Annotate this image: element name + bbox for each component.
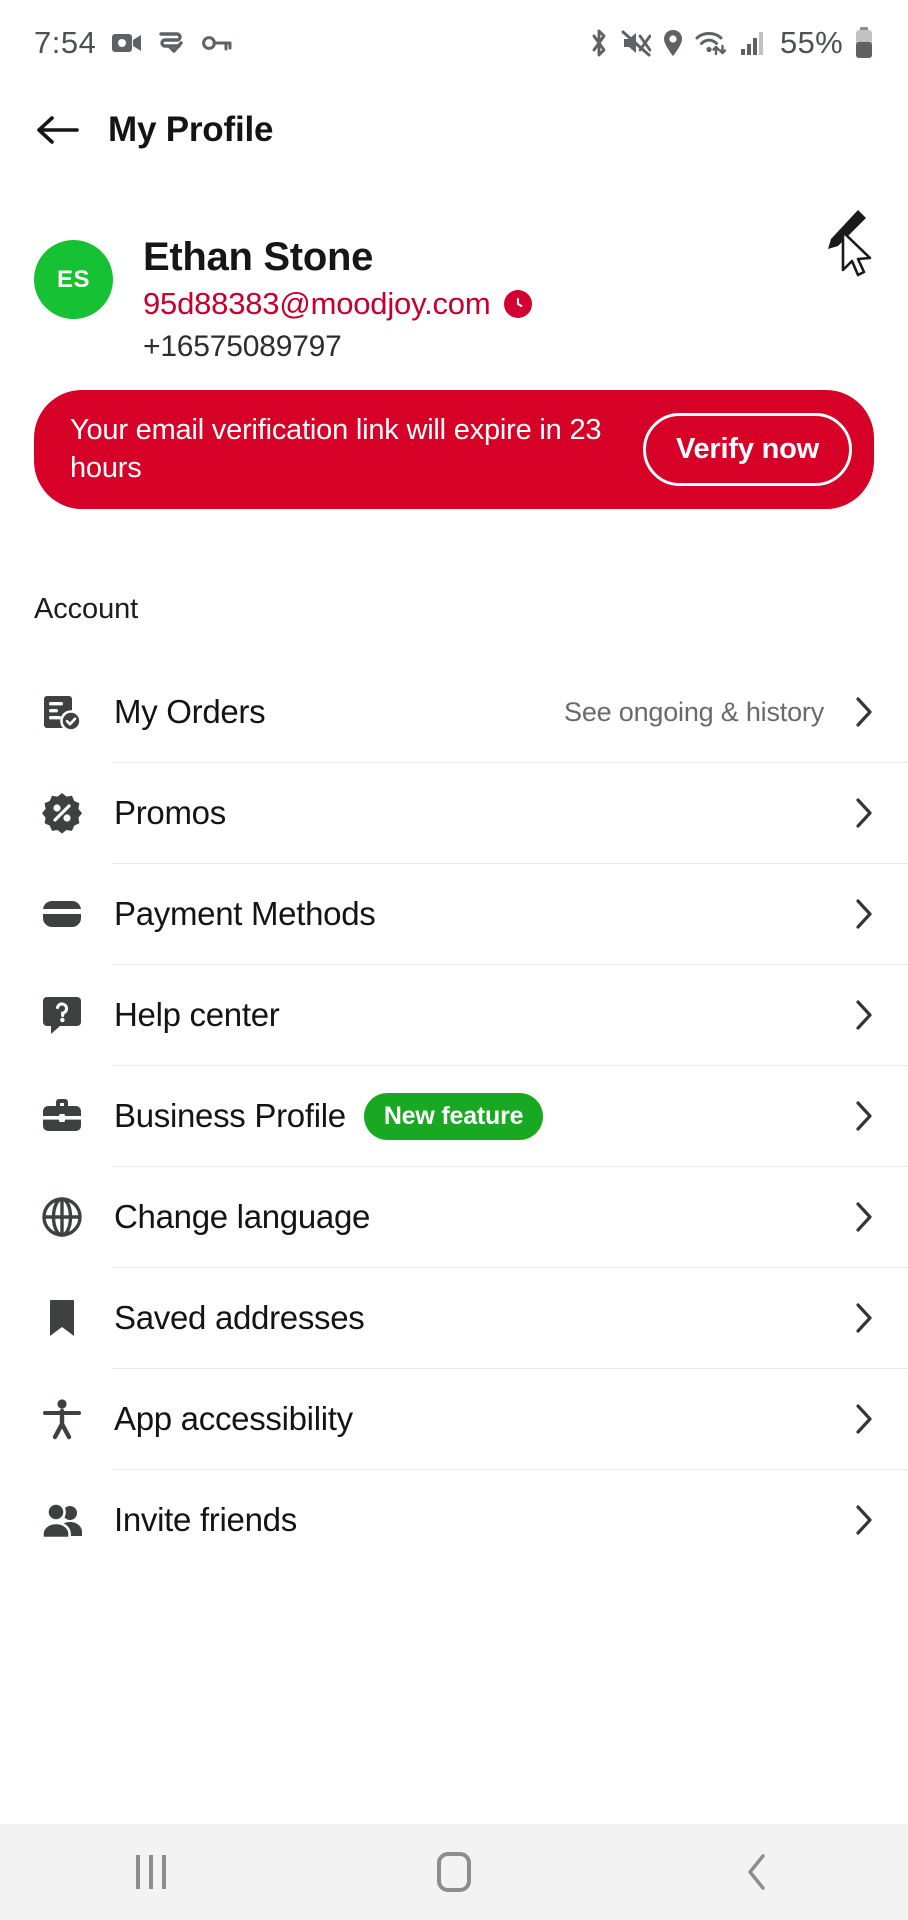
nav-back-icon[interactable] xyxy=(697,1824,817,1920)
chevron-right-icon xyxy=(854,1201,874,1233)
orders-receipt-icon xyxy=(34,690,90,734)
account-section-title: Account xyxy=(34,593,139,626)
verification-banner-wrap: Your email verification link will expire… xyxy=(0,364,908,510)
location-icon xyxy=(662,28,684,58)
app-bar: My Profile xyxy=(0,86,908,174)
menu-item-right xyxy=(854,797,874,829)
menu-item-saved-addresses[interactable]: Saved addresses xyxy=(0,1268,908,1368)
menu-item-right xyxy=(854,1403,874,1435)
profile-header: ES Ethan Stone 95d88383@moodjoy.com +165… xyxy=(0,174,908,364)
menu-item-label: My Orders xyxy=(114,693,266,731)
credit-card-icon xyxy=(34,892,90,936)
page-title: My Profile xyxy=(108,110,274,149)
chevron-right-icon xyxy=(854,797,874,829)
profile-name: Ethan Stone xyxy=(143,235,374,279)
menu-item-right xyxy=(854,898,874,930)
accessibility-icon xyxy=(34,1397,90,1441)
new-feature-badge: New feature xyxy=(363,1092,544,1140)
menu-item-right: See ongoing & history xyxy=(564,696,874,728)
menu-item-invite-friends[interactable]: Invite friends xyxy=(0,1470,908,1570)
status-bar: 7:54 55% xyxy=(0,0,908,86)
battery-icon xyxy=(854,27,874,59)
profile-email[interactable]: 95d88383@moodjoy.com xyxy=(143,286,491,322)
menu-item-my-orders[interactable]: My Orders See ongoing & history xyxy=(0,662,908,762)
status-bar-right: 55% xyxy=(588,25,874,61)
profile-details: Ethan Stone 95d88383@moodjoy.com +165750… xyxy=(143,234,533,364)
bookmark-icon xyxy=(34,1296,90,1340)
android-navigation-bar xyxy=(0,1824,908,1920)
globe-icon xyxy=(34,1195,90,1239)
menu-item-right xyxy=(854,1100,874,1132)
people-icon xyxy=(34,1498,90,1542)
avatar: ES xyxy=(34,240,113,319)
signal-icon xyxy=(740,30,766,56)
status-bar-left: 7:54 xyxy=(34,25,232,61)
status-time: 7:54 xyxy=(34,25,97,60)
menu-item-hint: See ongoing & history xyxy=(564,696,824,727)
menu-item-right xyxy=(854,1201,874,1233)
chevron-right-icon xyxy=(854,1504,874,1536)
battery-percent: 55% xyxy=(780,25,843,60)
video-camera-icon xyxy=(112,31,142,55)
home-icon[interactable] xyxy=(394,1824,514,1920)
menu-item-right xyxy=(854,999,874,1031)
mute-icon xyxy=(621,29,652,57)
recents-glyph xyxy=(136,1855,167,1889)
menu-item-help-center[interactable]: Help center xyxy=(0,965,908,1065)
chevron-right-icon xyxy=(854,1100,874,1132)
menu-item-payment-methods[interactable]: Payment Methods xyxy=(0,864,908,964)
vpn-key-icon xyxy=(202,34,232,52)
menu-item-label: Change language xyxy=(114,1198,371,1236)
menu-item-label: Promos xyxy=(114,794,226,832)
clock-icon xyxy=(504,290,533,318)
menu-item-label: Payment Methods xyxy=(114,895,376,933)
menu-item-label: Saved addresses xyxy=(114,1299,365,1337)
discount-badge-icon xyxy=(34,791,90,835)
verify-now-button[interactable]: Verify now xyxy=(642,413,852,487)
account-menu-list: My Orders See ongoing & history Promos P… xyxy=(0,662,908,1570)
menu-item-label: App accessibility xyxy=(114,1400,353,1438)
verification-banner: Your email verification link will expire… xyxy=(34,390,874,510)
back-arrow-icon[interactable] xyxy=(34,107,80,153)
menu-item-business-profile[interactable]: Business Profile New feature xyxy=(0,1066,908,1166)
chevron-right-icon xyxy=(854,1302,874,1334)
avatar-initials: ES xyxy=(56,265,90,293)
chevron-right-icon xyxy=(854,1403,874,1435)
pencil-icon[interactable] xyxy=(818,204,878,264)
menu-item-change-language[interactable]: Change language xyxy=(0,1167,908,1267)
recents-icon[interactable] xyxy=(91,1824,211,1920)
wifi-icon xyxy=(695,29,729,57)
profile-email-row: 95d88383@moodjoy.com xyxy=(143,286,533,322)
profile-phone: +16575089797 xyxy=(143,330,342,363)
menu-item-right xyxy=(854,1504,874,1536)
chevron-right-icon xyxy=(854,898,874,930)
briefcase-icon xyxy=(34,1094,90,1138)
question-bubble-icon xyxy=(34,993,90,1037)
bluetooth-icon xyxy=(588,28,610,58)
menu-item-promos[interactable]: Promos xyxy=(0,763,908,863)
menu-item-right xyxy=(854,1302,874,1334)
menu-item-label: Invite friends xyxy=(114,1501,297,1539)
menu-item-label: Help center xyxy=(114,996,280,1034)
screen-record-icon xyxy=(158,30,186,56)
chevron-right-icon xyxy=(854,999,874,1031)
home-glyph xyxy=(436,1852,471,1892)
menu-item-app-accessibility[interactable]: App accessibility xyxy=(0,1369,908,1469)
chevron-right-icon xyxy=(854,696,874,728)
menu-item-label: Business Profile xyxy=(114,1097,346,1135)
profile-screen: 7:54 55% My Profile ES Ethan Stone 95d88… xyxy=(0,0,908,1920)
verification-banner-message: Your email verification link will expire… xyxy=(70,414,602,484)
